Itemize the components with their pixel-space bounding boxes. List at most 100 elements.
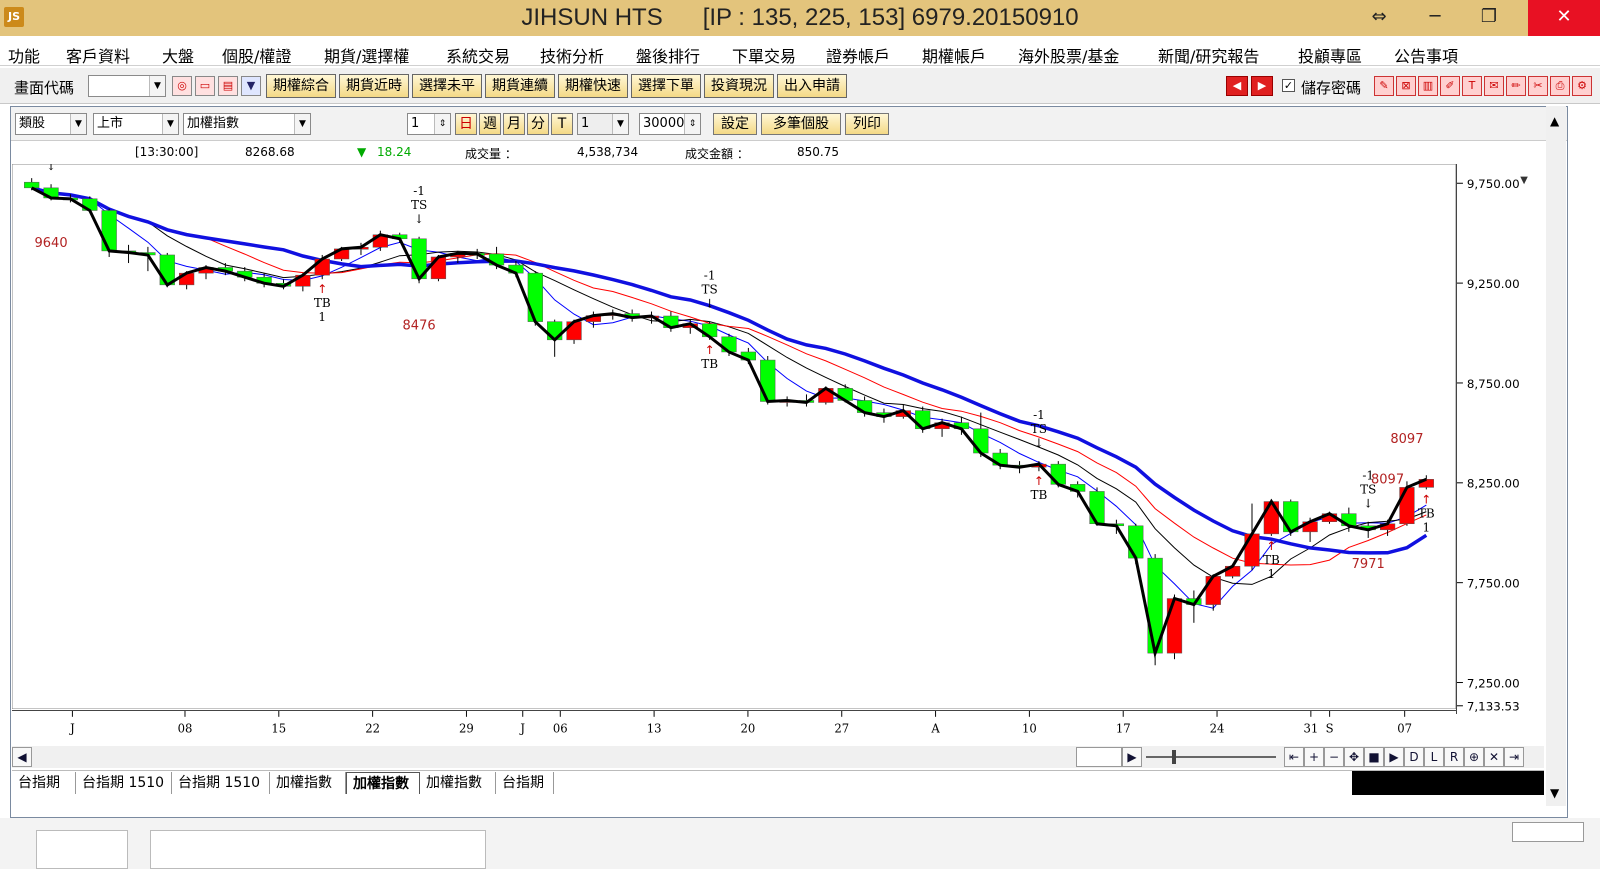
play-icon[interactable]: ▶: [1384, 747, 1404, 767]
toolbar-button-deposit-withdraw[interactable]: 出入申請: [777, 74, 847, 98]
magnify-icon[interactable]: ⊕: [1464, 747, 1484, 767]
tick-select[interactable]: 1 ▼: [577, 113, 629, 135]
tools-icon[interactable]: ✂: [1528, 76, 1548, 96]
settings-button[interactable]: 設定: [713, 113, 757, 135]
toolbar-button-options-summary[interactable]: 期權綜合: [266, 74, 336, 98]
stepper-icon[interactable]: ⇕: [434, 114, 450, 134]
scroll-down-icon[interactable]: ▼: [1550, 786, 1559, 800]
x-tick-label: A: [930, 721, 940, 735]
menu-item-system-trade[interactable]: 系統交易: [446, 43, 510, 67]
close-button[interactable]: ✕: [1528, 0, 1600, 36]
toolbar-button-investment-status[interactable]: 投資現況: [704, 74, 774, 98]
toolbar-button-futures-continuous[interactable]: 期貨連續: [485, 74, 555, 98]
dropdown-icon[interactable]: ▼: [241, 76, 261, 96]
chart-icon[interactable]: ▤: [218, 76, 238, 96]
bottom-input[interactable]: [1512, 822, 1584, 842]
prev-arrow-icon[interactable]: ◀: [1226, 76, 1248, 96]
vertical-scrollbar[interactable]: ▲ ▼: [1546, 106, 1566, 806]
period-button-day[interactable]: 日: [455, 113, 477, 135]
index-select[interactable]: 加權指數 ▼: [183, 113, 311, 135]
scroll-right-icon[interactable]: ▶: [1122, 747, 1142, 767]
menu-item-options-account[interactable]: 期權帳戶: [922, 43, 986, 67]
tab-index-3[interactable]: 加權指數: [420, 772, 496, 794]
amount-label: 成交金額 ：: [685, 147, 749, 161]
scroll-up-icon[interactable]: ▲: [1550, 114, 1559, 128]
zoom-out-icon[interactable]: −: [1324, 747, 1344, 767]
menu-item-stocks[interactable]: 個股/權證: [222, 43, 291, 67]
amount-value: 850.75: [797, 145, 839, 159]
print-button[interactable]: 列印: [845, 113, 889, 135]
stepper-icon[interactable]: ⇕: [684, 114, 700, 134]
toolbar-button-options-quick[interactable]: 期權快速: [558, 74, 628, 98]
l-button[interactable]: L: [1424, 747, 1444, 767]
tab-futures-1[interactable]: 台指期: [12, 772, 76, 794]
period-button-minute[interactable]: 分: [527, 113, 549, 135]
note-icon[interactable]: ✉: [1484, 76, 1504, 96]
text-icon[interactable]: T: [1462, 76, 1482, 96]
pen-icon[interactable]: ✎: [1374, 76, 1394, 96]
screen-code-combo[interactable]: ▼: [88, 75, 166, 97]
tab-futures-1510-b[interactable]: 台指期 1510: [172, 772, 270, 794]
stop-icon[interactable]: ■: [1364, 747, 1384, 767]
grid-icon[interactable]: ⊠: [1396, 76, 1416, 96]
print-icon[interactable]: ⎙: [1550, 76, 1570, 96]
chevron-down-icon[interactable]: ▼: [149, 76, 165, 96]
multi-stock-button[interactable]: 多筆個股: [761, 113, 841, 135]
market-select[interactable]: 上市 ▼: [93, 113, 179, 135]
search-icon[interactable]: ◎: [172, 76, 192, 96]
maximize-button[interactable]: ❐: [1466, 0, 1512, 36]
scroll-track[interactable]: [1076, 747, 1122, 767]
menu-item-announcements[interactable]: 公告事項: [1394, 43, 1458, 67]
signal-label: TB: [314, 296, 331, 310]
zoom-slider-handle[interactable]: [1172, 750, 1176, 764]
chevron-down-icon[interactable]: ▼: [70, 114, 86, 134]
menu-item-securities-account[interactable]: 證券帳戶: [826, 43, 890, 67]
first-icon[interactable]: ⇤: [1284, 747, 1304, 767]
count-stepper[interactable]: 30000 ⇕: [639, 113, 701, 135]
menu-item-tech-analysis[interactable]: 技術分析: [540, 43, 604, 67]
window-icon[interactable]: ▭: [195, 76, 215, 96]
type-select[interactable]: 類股 ▼: [15, 113, 87, 135]
menu-item-function[interactable]: 功能: [8, 43, 40, 67]
toolbar-button-options-order[interactable]: 選擇下單: [631, 74, 701, 98]
chevron-down-icon[interactable]: ▼: [162, 114, 178, 134]
scroll-left-icon[interactable]: ◀: [12, 747, 32, 767]
last-icon[interactable]: ⇥: [1504, 747, 1524, 767]
layout-icon[interactable]: ▥: [1418, 76, 1438, 96]
zoom-slider[interactable]: [1146, 756, 1276, 758]
menu-item-ranking[interactable]: 盤後排行: [636, 43, 700, 67]
tab-futures-2[interactable]: 台指期: [496, 772, 554, 794]
candlestick-chart[interactable]: ↓TS↑TB1↓-1TS↓-1TS↑TB↓-1TS↑TB↑TB1↓-1TS↑TB…: [12, 164, 1456, 709]
draw-icon[interactable]: ✏: [1506, 76, 1526, 96]
tab-futures-1510-a[interactable]: 台指期 1510: [76, 772, 172, 794]
menu-item-customer[interactable]: 客戶資料: [66, 43, 130, 67]
tab-index-1[interactable]: 加權指數: [270, 772, 346, 794]
chevron-down-icon[interactable]: ▼: [612, 114, 628, 134]
zoom-in-icon[interactable]: +: [1304, 747, 1324, 767]
minimize-button[interactable]: ─: [1412, 0, 1458, 36]
r-button[interactable]: R: [1444, 747, 1464, 767]
tab-index-2[interactable]: 加權指數: [346, 772, 420, 794]
volume-value: 4,538,734: [577, 145, 639, 159]
toolbar-button-futures-recent[interactable]: 期貨近時: [339, 74, 409, 98]
toolbar-button-options-open[interactable]: 選擇未平: [412, 74, 482, 98]
save-password-checkbox[interactable]: ✓: [1282, 79, 1295, 92]
close-chart-icon[interactable]: ✕: [1484, 747, 1504, 767]
period-button-month[interactable]: 月: [503, 113, 525, 135]
period-stepper[interactable]: 1 ⇕: [407, 113, 451, 135]
period-button-tick[interactable]: T: [551, 113, 573, 135]
period-button-week[interactable]: 週: [479, 113, 501, 135]
menu-item-overseas[interactable]: 海外股票/基金: [1018, 43, 1119, 67]
settings-icon[interactable]: ⚙: [1572, 76, 1592, 96]
menu-item-news[interactable]: 新聞/研究報告: [1158, 43, 1259, 67]
chevron-down-icon[interactable]: ▼: [294, 114, 310, 134]
menu-item-order[interactable]: 下單交易: [732, 43, 796, 67]
edit-icon[interactable]: ✐: [1440, 76, 1460, 96]
d-button[interactable]: D: [1404, 747, 1424, 767]
restore-icon[interactable]: ⇔: [1356, 0, 1402, 36]
menu-item-advisory[interactable]: 投顧專區: [1298, 43, 1362, 67]
menu-item-market[interactable]: 大盤: [162, 43, 194, 67]
next-arrow-icon[interactable]: ▶: [1251, 76, 1273, 96]
menu-item-futures[interactable]: 期貨/選擇權: [324, 43, 409, 67]
crosshair-icon[interactable]: ✥: [1344, 747, 1364, 767]
